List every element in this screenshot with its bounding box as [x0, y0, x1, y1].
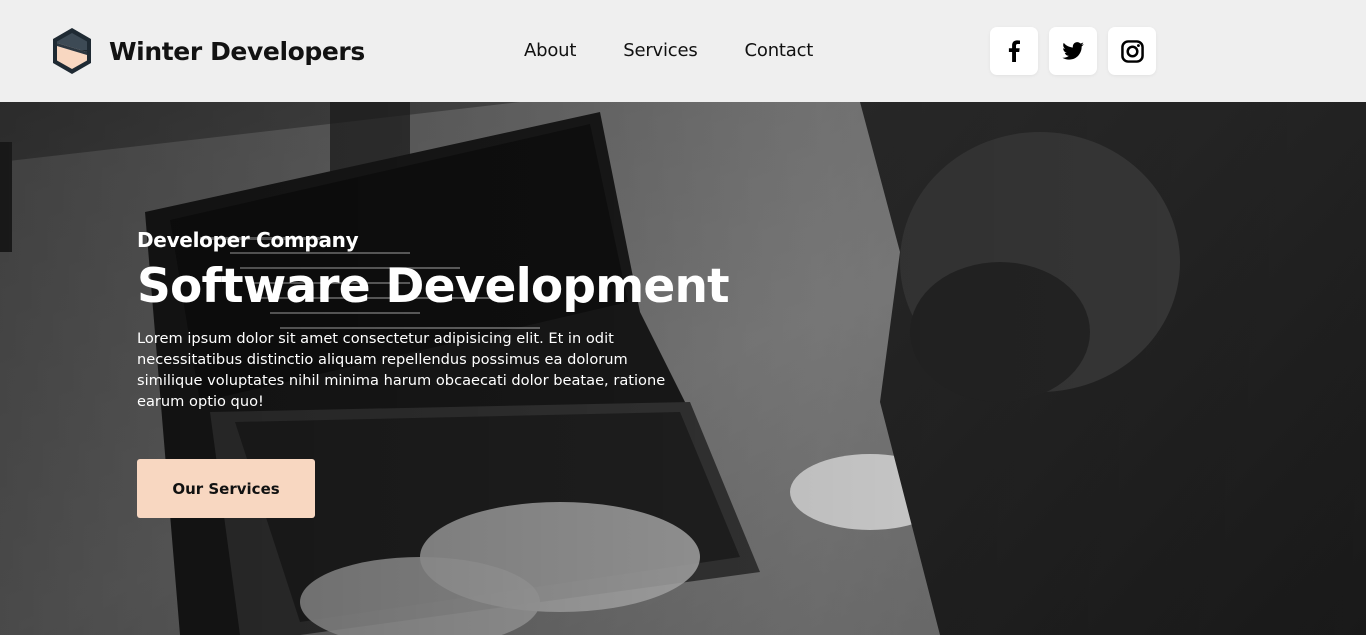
social-links	[990, 27, 1156, 75]
brand-name: Winter Developers	[109, 36, 365, 66]
hero-section: Developer Company Software Development L…	[0, 102, 1366, 635]
nav-link-services[interactable]: Services	[623, 40, 698, 61]
nav-link-contact[interactable]: Contact	[745, 40, 814, 61]
our-services-button[interactable]: Our Services	[137, 459, 315, 518]
twitter-icon	[1062, 42, 1084, 60]
instagram-button[interactable]	[1108, 27, 1156, 75]
twitter-button[interactable]	[1049, 27, 1097, 75]
hero-eyebrow: Developer Company	[137, 228, 359, 252]
main-nav: About Services Contact	[524, 40, 860, 61]
site-header: Winter Developers About Services Contact	[0, 0, 1366, 102]
hero-description: Lorem ipsum dolor sit amet consectetur a…	[137, 330, 666, 411]
nav-link-about[interactable]: About	[524, 40, 576, 61]
facebook-icon	[1008, 40, 1020, 62]
hexagon-logo-icon	[53, 28, 91, 74]
brand[interactable]: Winter Developers	[50, 26, 365, 76]
hero-title: Software Development	[137, 259, 730, 314]
facebook-button[interactable]	[990, 27, 1038, 75]
instagram-icon	[1120, 39, 1144, 63]
hero-content: Developer Company Software Development L…	[137, 228, 730, 412]
